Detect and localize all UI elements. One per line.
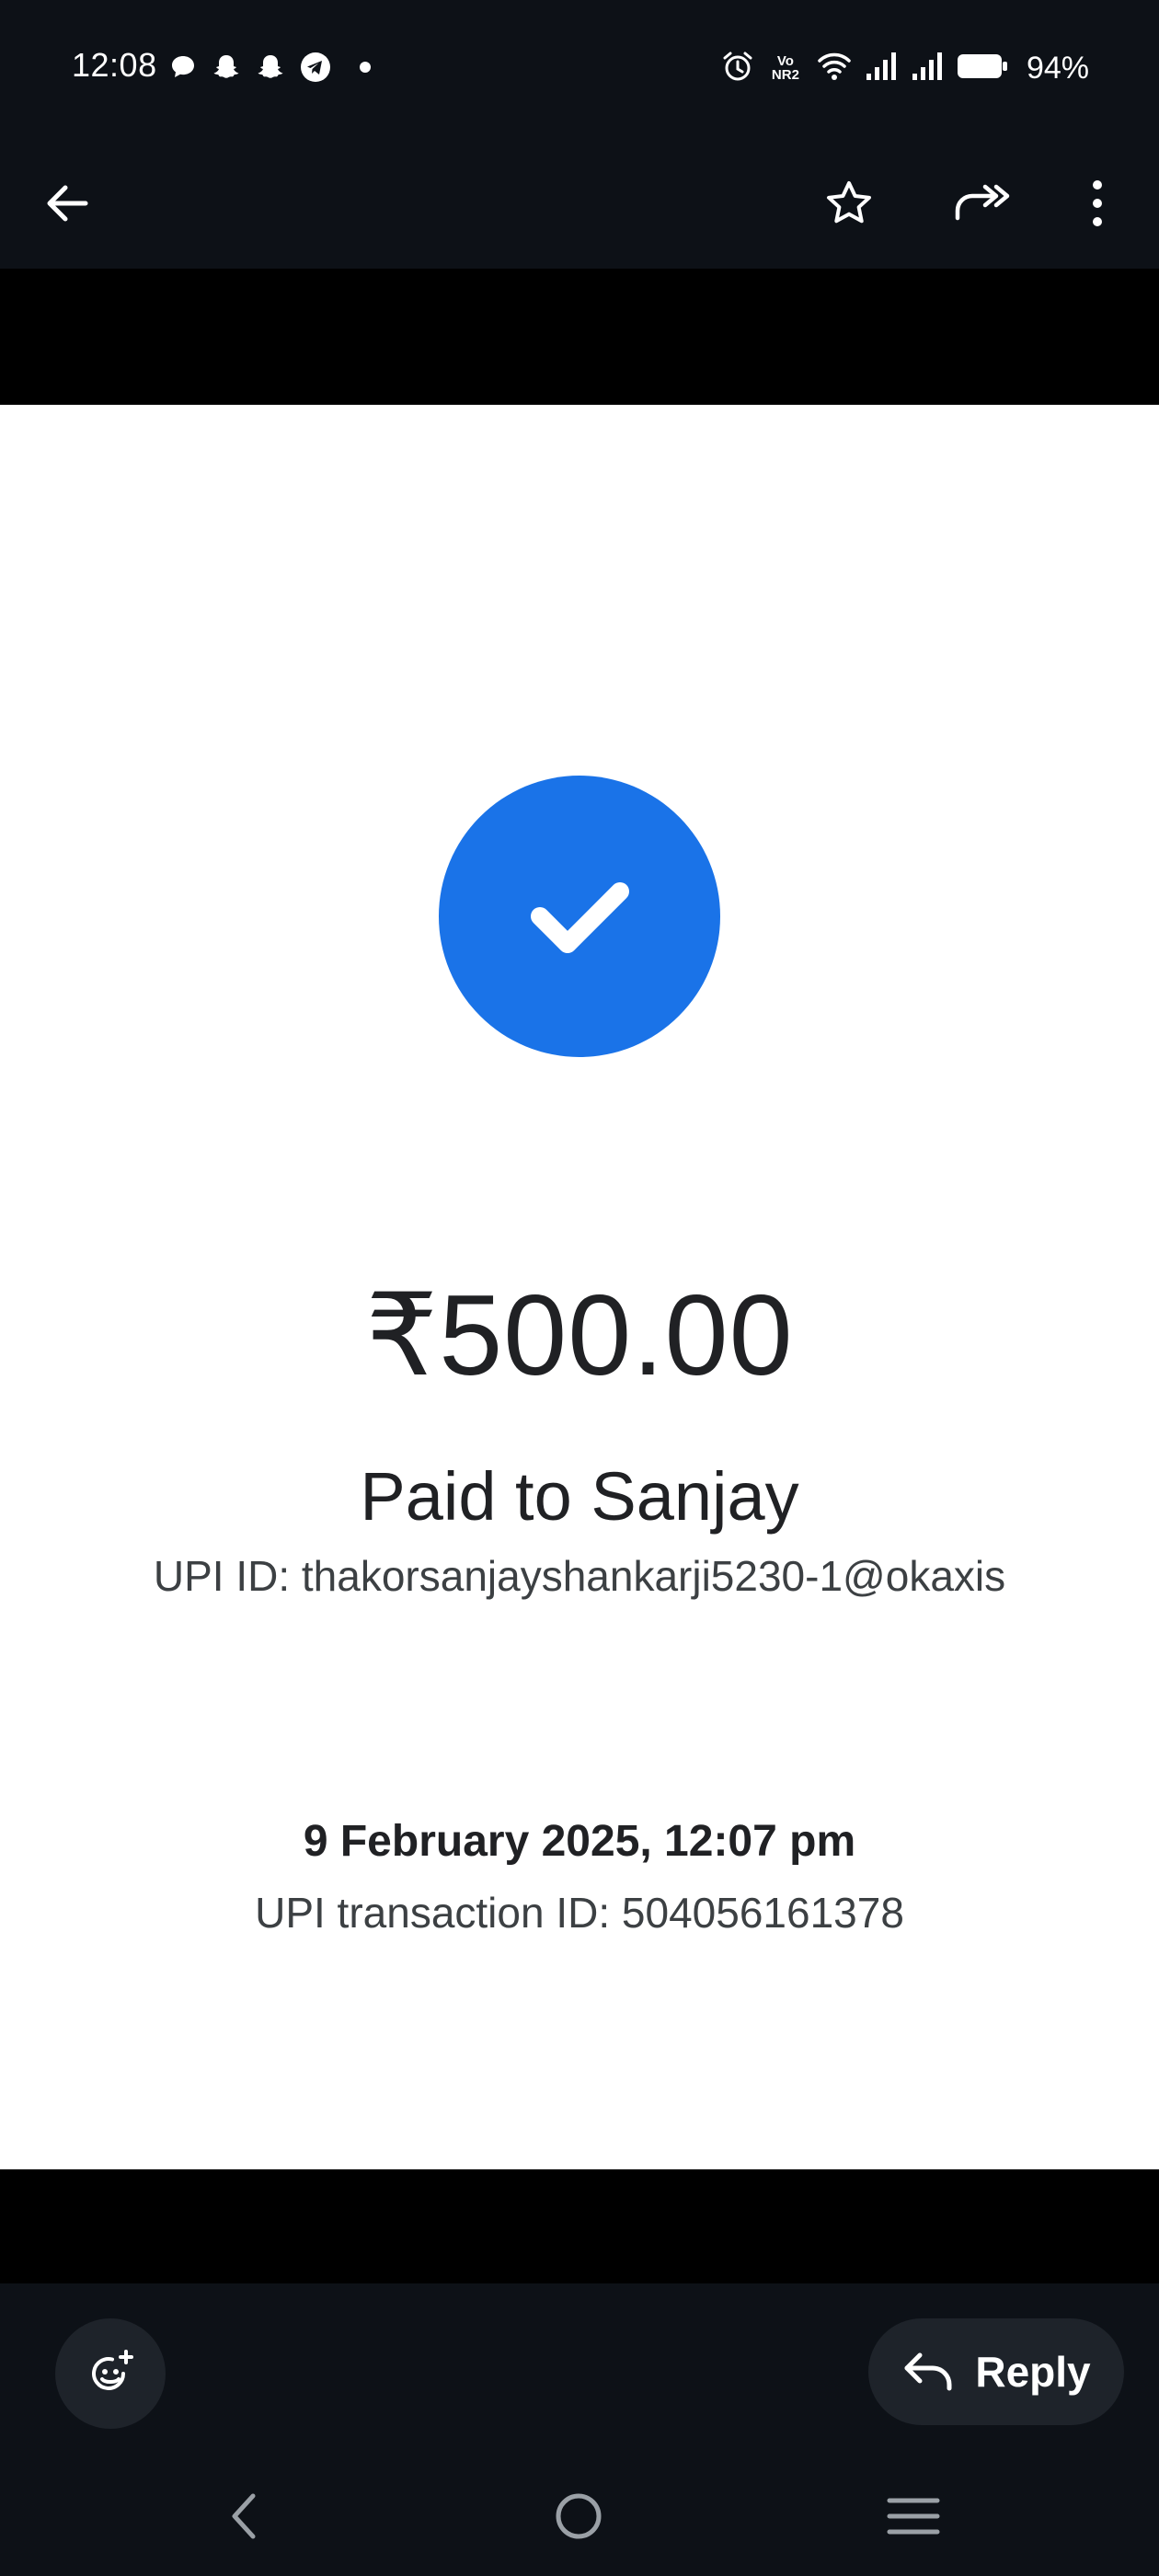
status-bar: 12:08 Vo NR2 94%	[0, 0, 1159, 138]
battery-percent: 94%	[1026, 50, 1089, 86]
bottom-action-bar: Reply	[0, 2283, 1159, 2576]
back-arrow-icon	[47, 185, 88, 222]
payment-receipt: ₹500.00 Paid to Sanjay UPI ID: thakorsan…	[0, 405, 1159, 2169]
snapchat-icon	[256, 52, 285, 82]
forward-icon	[955, 184, 1010, 221]
transaction-datetime: 9 February 2025, 12:07 pm	[303, 1817, 856, 1866]
signal-icon	[865, 52, 898, 86]
snapchat-icon	[212, 52, 241, 82]
battery-icon	[957, 52, 1008, 85]
payment-amount: ₹500.00	[365, 1272, 794, 1399]
nav-back-button[interactable]	[202, 2484, 285, 2548]
signal-icon	[911, 52, 944, 86]
nav-back-icon	[232, 2493, 256, 2539]
payee-name: Paid to Sanjay	[360, 1458, 799, 1535]
forward-button[interactable]	[942, 164, 1021, 243]
more-vert-icon	[1093, 180, 1102, 226]
reply-arrow-icon	[904, 2352, 952, 2391]
app-bar	[0, 138, 1159, 269]
star-icon	[827, 181, 871, 224]
nav-home-button[interactable]	[537, 2484, 620, 2548]
checkmark-icon	[531, 882, 629, 953]
status-time: 12:08	[72, 46, 157, 84]
nav-home-icon	[556, 2493, 602, 2539]
star-button[interactable]	[809, 164, 889, 243]
reply-button[interactable]: Reply	[868, 2318, 1124, 2425]
transaction-id: UPI transaction ID: 504056161378	[255, 1889, 904, 1937]
alarm-icon	[721, 50, 754, 87]
image-letterbox-top	[0, 269, 1159, 405]
nav-recents-button[interactable]	[872, 2484, 955, 2548]
reply-label: Reply	[975, 2348, 1091, 2396]
network-type-label: Vo NR2	[771, 53, 799, 83]
wifi-icon	[817, 51, 852, 86]
notification-icons	[169, 52, 372, 83]
more-dot-icon	[359, 61, 372, 74]
system-nav-bar	[0, 2466, 1159, 2567]
chat-bubble-icon	[169, 53, 197, 81]
success-check-badge	[439, 776, 720, 1057]
image-letterbox-bottom	[0, 2169, 1159, 2283]
add-reaction-button[interactable]	[55, 2318, 166, 2429]
add-emoji-icon	[92, 2350, 133, 2390]
system-icons: Vo NR2 94%	[721, 50, 1089, 86]
payee-upi-id: UPI ID: thakorsanjayshankarji5230-1@okax…	[153, 1552, 1006, 1600]
telegram-icon	[300, 52, 331, 83]
more-options-button[interactable]	[1058, 164, 1137, 243]
back-button[interactable]	[28, 164, 107, 243]
nav-menu-icon	[887, 2498, 940, 2535]
